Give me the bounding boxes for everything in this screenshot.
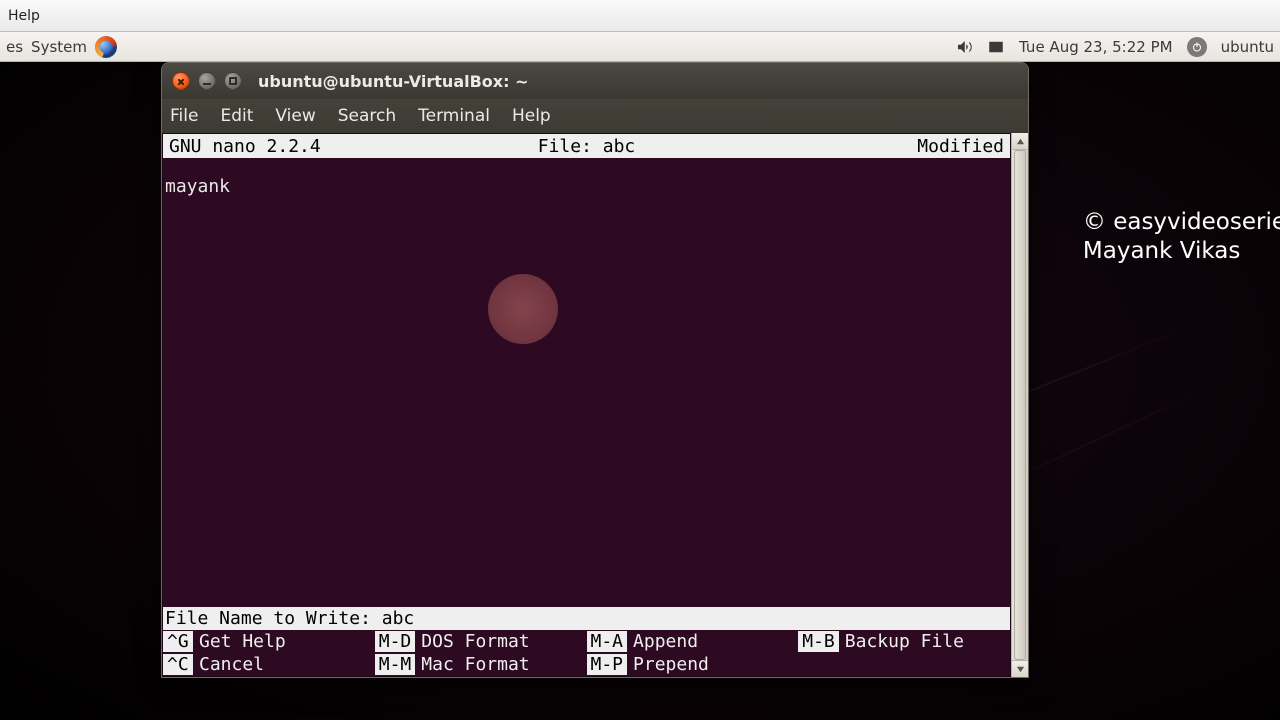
panel-right-group: Tue Aug 23, 5:22 PM ubuntu <box>955 37 1274 57</box>
scroll-down-button[interactable] <box>1012 660 1028 677</box>
shortcut-key: ^G <box>163 631 193 652</box>
panel-datetime[interactable]: Tue Aug 23, 5:22 PM <box>1019 38 1173 56</box>
panel-item-truncated[interactable]: es <box>6 38 23 56</box>
window-titlebar[interactable]: ubuntu@ubuntu-VirtualBox: ~ <box>162 63 1028 99</box>
shortcut-empty <box>798 653 1010 676</box>
volume-icon[interactable] <box>955 38 973 56</box>
panel-system-menu[interactable]: System <box>31 38 87 56</box>
shortcut-key: M-P <box>587 654 628 675</box>
panel-left-group: es System <box>6 36 117 58</box>
menu-view[interactable]: View <box>275 106 315 126</box>
mail-icon[interactable] <box>987 38 1005 56</box>
session-icon[interactable] <box>1187 37 1207 57</box>
shortcut-key: ^C <box>163 654 193 675</box>
terminal-window: ubuntu@ubuntu-VirtualBox: ~ File Edit Vi… <box>161 62 1029 678</box>
desktop-background: © easyvideoserie Mayank Vikas ubuntu@ubu… <box>0 62 1280 720</box>
shortcut-label: Get Help <box>199 631 286 652</box>
shortcut-label: DOS Format <box>421 631 529 652</box>
nano-file-label: File: abc <box>163 136 1010 157</box>
cursor-highlight-icon <box>488 274 558 344</box>
firefox-icon[interactable] <box>95 36 117 58</box>
minimize-button[interactable] <box>198 72 216 90</box>
shortcut-label: Backup File <box>845 631 964 652</box>
host-help-menu[interactable]: Help <box>8 8 40 24</box>
panel-username[interactable]: ubuntu <box>1221 38 1274 56</box>
shortcut-dos-format[interactable]: M-D DOS Format <box>375 630 587 653</box>
window-title: ubuntu@ubuntu-VirtualBox: ~ <box>258 72 528 91</box>
shortcut-label: Mac Format <box>421 654 529 675</box>
scroll-thumb[interactable] <box>1014 150 1026 660</box>
shortcut-key: M-M <box>375 654 416 675</box>
watermark-line2: Mayank Vikas <box>1083 237 1280 266</box>
gnome-top-panel: es System Tue Aug 23, 5:22 PM ubuntu <box>0 32 1280 62</box>
shortcut-backup-file[interactable]: M-B Backup File <box>798 630 1010 653</box>
scroll-up-button[interactable] <box>1012 133 1028 150</box>
close-button[interactable] <box>172 72 190 90</box>
shortcut-label: Append <box>633 631 698 652</box>
menu-terminal[interactable]: Terminal <box>418 106 490 126</box>
terminal-scrollbar[interactable] <box>1011 133 1028 677</box>
host-menubar: Help <box>0 0 1280 32</box>
watermark-text: © easyvideoserie Mayank Vikas <box>1083 208 1280 266</box>
scroll-track[interactable] <box>1012 150 1028 660</box>
menu-search[interactable]: Search <box>338 106 396 126</box>
terminal-menubar: File Edit View Search Terminal Help <box>162 99 1028 133</box>
shortcut-key: M-B <box>798 631 839 652</box>
nano-footer: File Name to Write: abc ^G Get Help M-D … <box>163 607 1010 676</box>
terminal-viewport[interactable]: GNU nano 2.2.4 File: abc Modified mayank… <box>162 133 1011 677</box>
shortcut-label: Cancel <box>199 654 264 675</box>
nano-shortcuts: ^G Get Help M-D DOS Format M-A Append <box>163 630 1010 676</box>
menu-file[interactable]: File <box>170 106 198 126</box>
nano-prompt[interactable]: File Name to Write: abc <box>163 607 1010 630</box>
menu-help[interactable]: Help <box>512 106 551 126</box>
shortcut-append[interactable]: M-A Append <box>587 630 799 653</box>
shortcut-get-help[interactable]: ^G Get Help <box>163 630 375 653</box>
shortcut-prepend[interactable]: M-P Prepend <box>587 653 799 676</box>
shortcut-key: M-D <box>375 631 416 652</box>
nano-editor-content[interactable]: mayank <box>163 158 1010 606</box>
terminal-body: GNU nano 2.2.4 File: abc Modified mayank… <box>162 133 1028 677</box>
shortcut-mac-format[interactable]: M-M Mac Format <box>375 653 587 676</box>
shortcut-label: Prepend <box>633 654 709 675</box>
shortcut-cancel[interactable]: ^C Cancel <box>163 653 375 676</box>
watermark-line1: © easyvideoserie <box>1083 208 1280 237</box>
nano-header: GNU nano 2.2.4 File: abc Modified <box>163 134 1010 158</box>
menu-edit[interactable]: Edit <box>220 106 253 126</box>
maximize-button[interactable] <box>224 72 242 90</box>
shortcut-key: M-A <box>587 631 628 652</box>
